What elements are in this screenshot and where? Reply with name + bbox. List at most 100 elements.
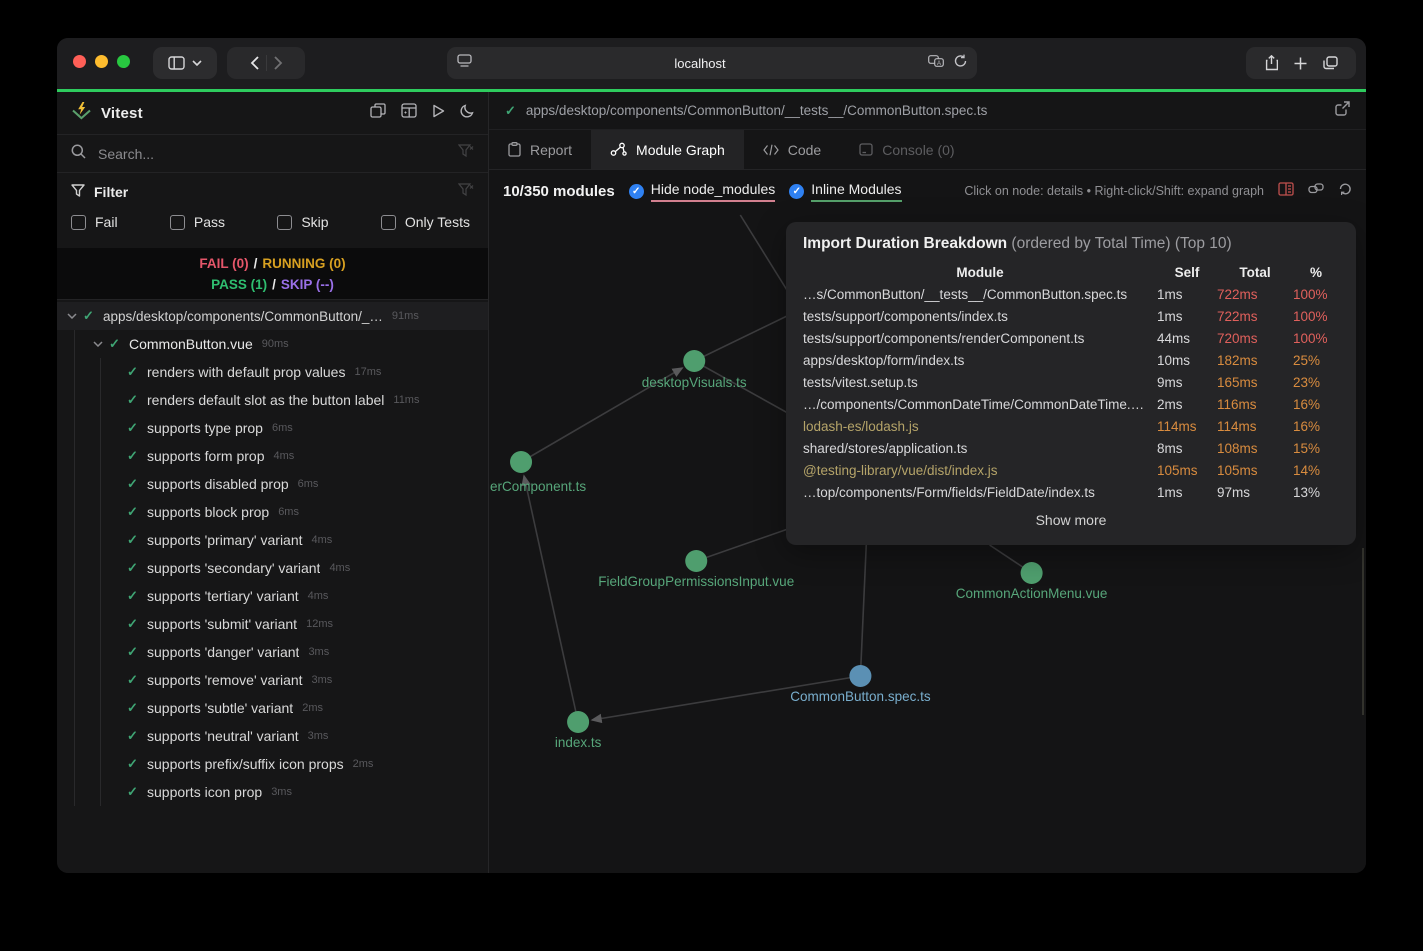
test-name[interactable]: supports 'subtle' variant [147,700,293,716]
toggle-hide-node-modules[interactable]: ✓ Hide node_modules [629,181,776,202]
chevron-down-icon[interactable] [67,313,83,319]
test-name[interactable]: supports 'danger' variant [147,644,299,660]
module-name[interactable]: shared/stores/application.ts [803,438,1157,460]
forward-button[interactable] [274,56,283,70]
url-input[interactable] [472,55,928,72]
search-input[interactable] [96,145,448,163]
toggle-label[interactable]: Inline Modules [811,181,901,202]
test-tree-row[interactable]: ✓ supports form prop 4ms [57,442,488,470]
test-tree-row[interactable]: ✓ supports type prop 6ms [57,414,488,442]
checkbox[interactable] [170,215,185,230]
test-tree-row[interactable]: ✓ supports icon prop 3ms [57,778,488,806]
graph-node-label[interactable]: FieldGroupPermissionsInput.vue [598,574,794,589]
module-name[interactable]: @testing-library/vue/dist/index.js [803,460,1157,482]
test-name[interactable]: supports icon prop [147,784,262,800]
checked-checkbox-icon[interactable]: ✓ [789,184,804,199]
dark-mode-icon[interactable] [460,104,474,123]
test-name[interactable]: supports 'remove' variant [147,672,303,688]
reset-graph-icon[interactable] [1338,182,1352,201]
test-name[interactable]: renders default slot as the button label [147,392,384,408]
test-name[interactable]: supports 'primary' variant [147,532,303,548]
module-name[interactable]: tests/support/components/renderComponent… [803,328,1157,350]
test-tree-row[interactable]: ✓ supports block prop 6ms [57,498,488,526]
graph-node[interactable] [849,665,871,687]
test-tree-row[interactable]: ✓ supports 'primary' variant 4ms [57,526,488,554]
test-name[interactable]: supports 'neutral' variant [147,728,299,744]
test-name[interactable]: supports prefix/suffix icon props [147,756,344,772]
test-tree-row[interactable]: ✓ apps/desktop/components/CommonButton/_… [57,302,488,330]
module-name[interactable]: …top/components/Form/fields/FieldDate/in… [803,482,1157,504]
test-name[interactable]: supports form prop [147,448,265,464]
test-name[interactable]: apps/desktop/components/CommonButton/_… [103,309,383,324]
test-tree-row[interactable]: ✓ supports 'secondary' variant 4ms [57,554,488,582]
test-tree-row[interactable]: ✓ renders with default prop values 17ms [57,358,488,386]
module-name[interactable]: …/components/CommonDateTime/CommonDateTi… [803,394,1157,416]
share-icon[interactable] [1265,55,1278,71]
test-tree-row[interactable]: ✓ supports 'tertiary' variant 4ms [57,582,488,610]
tab-overview-icon[interactable] [1323,56,1338,70]
test-name[interactable]: supports 'secondary' variant [147,560,320,576]
graph-node-label[interactable]: CommonActionMenu.vue [956,586,1108,601]
graph-node[interactable] [683,350,705,372]
graph-node[interactable] [685,550,707,572]
show-more-button[interactable]: Show more [803,512,1339,528]
graph-node-label[interactable]: desktopVisuals.ts [642,375,747,390]
test-name[interactable]: supports 'tertiary' variant [147,588,299,604]
test-name[interactable]: supports 'submit' variant [147,616,297,632]
test-tree-row[interactable]: ✓ supports 'remove' variant 3ms [57,666,488,694]
tab-code[interactable]: Code [744,130,840,169]
tab-module-graph[interactable]: Module Graph [591,130,744,169]
module-name[interactable]: lodash-es/lodash.js [803,416,1157,438]
test-tree-row[interactable]: ✓ renders default slot as the button lab… [57,386,488,414]
minimize-window-button[interactable] [95,55,108,68]
test-name[interactable]: supports block prop [147,504,269,520]
tab-report[interactable]: Report [489,130,591,169]
toggle-label[interactable]: Hide node_modules [651,181,776,202]
graph-node-label[interactable]: erComponent.ts [490,479,586,494]
graph-node-label[interactable]: CommonButton.spec.ts [790,689,931,704]
test-name[interactable]: renders with default prop values [147,364,345,380]
sidebar-toggle-icon[interactable] [168,56,185,70]
test-tree-row[interactable]: ✓ supports 'submit' variant 12ms [57,610,488,638]
module-name[interactable]: tests/vitest.setup.ts [803,372,1157,394]
open-in-editor-icon[interactable] [1335,101,1350,121]
module-name[interactable]: apps/desktop/form/index.ts [803,350,1157,372]
test-tree-row[interactable]: ✓ CommonButton.vue 90ms [57,330,488,358]
graph-node[interactable] [567,711,589,733]
windows-layout-icon[interactable] [370,103,386,123]
dashboard-icon[interactable] [401,103,417,123]
run-all-icon[interactable] [432,104,445,123]
checkbox[interactable] [381,215,396,230]
translate-icon[interactable]: A [928,54,944,72]
filter-option[interactable]: Skip [277,214,328,230]
graph-node[interactable] [510,451,532,473]
test-name[interactable]: supports type prop [147,420,263,436]
checkbox[interactable] [71,215,86,230]
new-tab-icon[interactable] [1294,57,1307,70]
checked-checkbox-icon[interactable]: ✓ [629,184,644,199]
chevron-down-icon[interactable] [93,341,109,347]
filter-option[interactable]: Fail [71,214,118,230]
graph-node-label[interactable]: index.ts [555,735,602,750]
test-tree-row[interactable]: ✓ supports 'subtle' variant 2ms [57,694,488,722]
page-format-icon[interactable] [457,54,472,72]
reload-icon[interactable] [954,54,967,73]
legend-icon[interactable] [1278,182,1294,201]
filter-option[interactable]: Pass [170,214,225,230]
test-tree-row[interactable]: ✓ supports 'danger' variant 3ms [57,638,488,666]
chevron-down-icon[interactable] [192,60,202,66]
module-name[interactable]: tests/support/components/index.ts [803,306,1157,328]
checkbox[interactable] [277,215,292,230]
expand-graph-icon[interactable] [1308,182,1324,200]
test-tree-row[interactable]: ✓ supports 'neutral' variant 3ms [57,722,488,750]
clear-filter-icon[interactable] [458,183,474,200]
test-tree-row[interactable]: ✓ supports disabled prop 6ms [57,470,488,498]
toggle-inline-modules[interactable]: ✓ Inline Modules [789,181,901,202]
module-name[interactable]: …s/CommonButton/__tests__/CommonButton.s… [803,284,1157,306]
zoom-window-button[interactable] [117,55,130,68]
graph-node[interactable] [1021,562,1043,584]
clear-filter-icon[interactable] [458,144,474,163]
tab-console[interactable]: Console (0) [840,130,973,169]
close-window-button[interactable] [73,55,86,68]
address-bar[interactable]: A [447,47,977,79]
